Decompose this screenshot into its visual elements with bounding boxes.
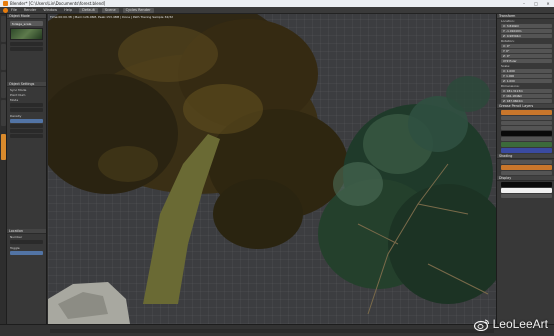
layer-field-4[interactable] — [501, 137, 552, 141]
density-field[interactable] — [10, 119, 43, 123]
left-tree-canopy — [48, 14, 348, 249]
display-swatch-white[interactable] — [501, 188, 552, 193]
scale-z-field[interactable]: Z: 1.000 — [501, 79, 552, 83]
watermark-text: LeoLeeArt — [492, 317, 548, 331]
toolshelf-tabs — [0, 14, 7, 324]
render-info: Time:00:00.38 | Mem:126.06M, Peak:153.48… — [50, 15, 174, 19]
scale-y-field[interactable]: Y: 1.000 — [501, 74, 552, 78]
close-button[interactable]: ✕ — [542, 0, 554, 7]
scale-x-field[interactable]: X: 1.000 — [501, 69, 552, 73]
fill-color-swatch-2[interactable] — [501, 148, 552, 153]
window-title: Blender* [C:\Users\Lin\Documents\forest.… — [10, 1, 106, 6]
row-density: Density — [10, 113, 22, 118]
menu-file[interactable]: File — [11, 8, 17, 12]
number-field[interactable] — [10, 240, 43, 244]
dimensions-x-field[interactable]: X: 181.3113m — [501, 89, 552, 93]
timeline — [0, 324, 554, 336]
location-z-field[interactable]: Z: 0.98304m — [501, 34, 552, 38]
right-tree-canopy — [318, 76, 496, 304]
mode-field[interactable] — [10, 103, 43, 107]
menu-window[interactable]: Window — [43, 8, 57, 12]
blender-app-icon — [3, 1, 8, 6]
shading-field-2[interactable] — [501, 171, 552, 175]
window-controls: – □ ✕ — [518, 0, 554, 7]
asset-button[interactable]: foliage_scale — [10, 21, 43, 26]
display-header[interactable]: Display — [497, 176, 554, 181]
tab-tools[interactable] — [1, 16, 6, 42]
asset-field-2[interactable] — [10, 47, 43, 51]
maximize-button[interactable]: □ — [530, 0, 542, 7]
tool-shelf: Object Mode foliage_scale Object Setting… — [7, 14, 47, 324]
asset-thumbnail[interactable] — [10, 28, 43, 40]
blender-logo-icon[interactable] — [3, 7, 8, 13]
tab-create[interactable] — [1, 44, 6, 70]
tab-physics[interactable] — [1, 134, 6, 160]
scene-selector[interactable]: Scene — [101, 7, 119, 13]
dimensions-z-field[interactable]: Z: 187.9602m — [501, 99, 552, 103]
layer-field[interactable] — [501, 116, 552, 120]
location-label: Location: — [501, 19, 515, 23]
menu-bar: File Render Window Help Default Scene Cy… — [0, 7, 554, 14]
3d-viewport[interactable]: Time:00:00.38 | Mem:126.06M, Peak:153.48… — [48, 14, 496, 324]
shading-field[interactable] — [501, 160, 552, 164]
dimensions-y-field[interactable]: Y: 161.1846m — [501, 94, 552, 98]
menu-help[interactable]: Help — [64, 8, 72, 12]
weibo-icon — [473, 319, 489, 331]
shading-header[interactable]: Shading — [497, 154, 554, 159]
properties-panel: Transform Location: X: 3.8492m Y: -1.910… — [496, 14, 554, 324]
mode-field-2[interactable] — [10, 108, 43, 112]
grease-pencil-header[interactable]: Grease Pencil Layers — [497, 104, 554, 109]
rotation-mode-select[interactable]: XYZ Euler — [501, 59, 552, 63]
minimize-button[interactable]: – — [518, 0, 530, 7]
display-field[interactable] — [501, 194, 552, 198]
location-y-field[interactable]: Y: -1.91049m — [501, 29, 552, 33]
dimensions-label: Dimensions: — [501, 84, 520, 88]
shading-swatch[interactable] — [501, 165, 552, 170]
tab-animation[interactable] — [1, 100, 6, 126]
stroke-color-swatch[interactable] — [501, 131, 552, 136]
render-engine-selector[interactable]: Cycles Render — [122, 7, 154, 13]
row-number: Number — [10, 234, 23, 239]
watermark: LeoLeeArt — [473, 317, 548, 331]
tab-relations[interactable] — [1, 72, 6, 98]
layout-selector[interactable]: Default — [79, 7, 98, 13]
rotation-label: Rotation: — [501, 39, 515, 43]
rotation-x-field[interactable]: X: 0° — [501, 44, 552, 48]
display-swatch-black[interactable] — [501, 182, 552, 187]
layer-field-2[interactable] — [501, 121, 552, 125]
menu-render[interactable]: Render — [24, 8, 36, 12]
toggle-field[interactable] — [10, 251, 43, 255]
scale-label: Scale: — [501, 64, 511, 68]
row-toggle: Toggle — [10, 245, 20, 250]
fill-color-swatch[interactable] — [501, 142, 552, 147]
rotation-y-field[interactable]: Y: 0° — [501, 49, 552, 53]
window-titlebar: Blender* [C:\Users\Lin\Documents\forest.… — [0, 0, 554, 7]
timeline-track[interactable] — [50, 329, 494, 333]
density-field-3[interactable] — [10, 129, 43, 133]
location-x-field[interactable]: X: 3.8492m — [501, 24, 552, 28]
density-field-4[interactable] — [10, 134, 43, 138]
asset-field[interactable] — [10, 42, 43, 46]
rotation-z-field[interactable]: Z: 0° — [501, 54, 552, 58]
toolshelf-header[interactable]: Object Mode — [7, 14, 46, 19]
layer-field-3[interactable] — [501, 126, 552, 130]
density-field-2[interactable] — [10, 124, 43, 128]
row-mode: Mode — [10, 97, 19, 102]
render-canvas — [48, 14, 496, 324]
active-layer-swatch[interactable] — [501, 110, 552, 115]
